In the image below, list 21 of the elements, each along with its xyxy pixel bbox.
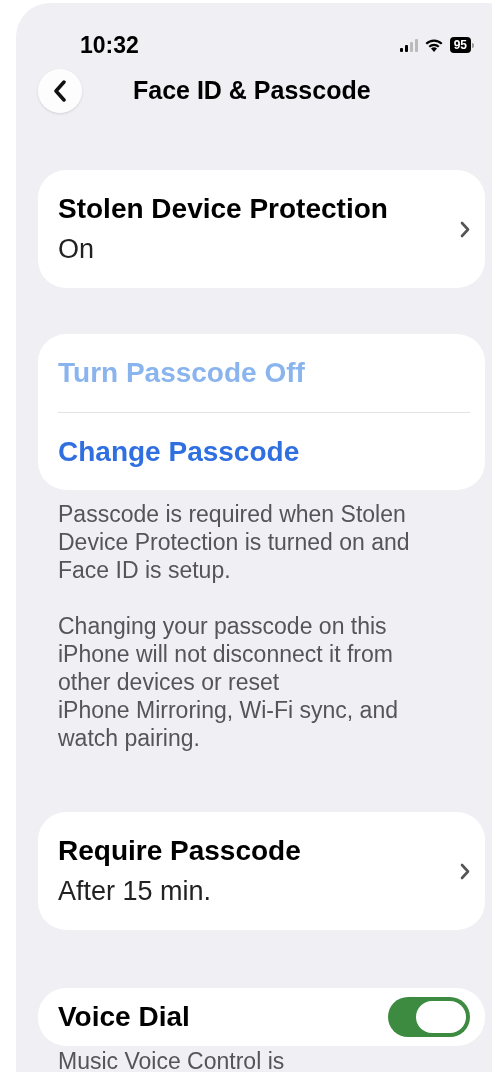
wifi-icon bbox=[424, 38, 443, 52]
back-button[interactable] bbox=[38, 69, 82, 113]
status-time: 10:32 bbox=[80, 30, 139, 60]
settings-row[interactable]: Stolen Device Protection On bbox=[58, 170, 470, 288]
section-footer-text: Changing your passcode on this iPhone will not disconnect it from other devices or reset iPhone Mirroring, Wi-Fi sync, and watch pairing. bbox=[58, 612, 399, 752]
row-value: After 15 min. bbox=[58, 875, 213, 907]
back-chevron-icon bbox=[53, 80, 67, 102]
chevron-right-icon bbox=[460, 220, 470, 238]
signal-icon bbox=[399, 38, 418, 52]
settings-row[interactable]: Require Passcode After 15 min. bbox=[58, 812, 470, 930]
row-title: Stolen Device Protection bbox=[58, 193, 388, 225]
row-title: Require Passcode bbox=[58, 835, 301, 867]
row-value: On bbox=[58, 233, 96, 265]
toggle-switch[interactable] bbox=[388, 997, 470, 1037]
section-footer-text: Passcode is required when Stolen Device Protection is turned on and Face ID is setup. bbox=[58, 500, 411, 584]
row-title: Voice Dial bbox=[58, 1000, 190, 1034]
section-footer-text: Music Voice Control is bbox=[58, 1050, 286, 1072]
page-title: Face ID & Passcode bbox=[133, 75, 371, 107]
passcode-action[interactable]: Change Passcode bbox=[58, 412, 470, 490]
battery-level: 95 bbox=[449, 37, 471, 53]
chevron-right-icon bbox=[460, 862, 470, 880]
